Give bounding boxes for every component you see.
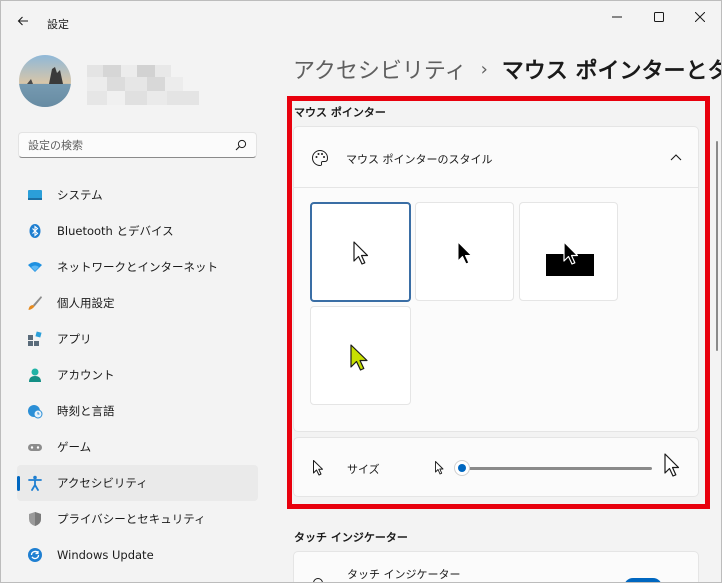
- minimize-icon: [612, 16, 622, 18]
- pointer-style-card: マウス ポインターのスタイル: [293, 126, 699, 432]
- pointer-style-header[interactable]: マウス ポインターのスタイル: [294, 127, 698, 188]
- maximize-icon: [654, 12, 664, 22]
- touch-icon: [313, 578, 323, 582]
- gaming-icon: [27, 439, 43, 455]
- close-button[interactable]: [687, 7, 713, 27]
- blurred-user-text: [87, 65, 199, 105]
- sidebar-item-label: プライバシーとセキュリティ: [57, 512, 206, 526]
- time-language-icon: [27, 403, 43, 419]
- sidebar-item-windows-update[interactable]: Windows Update: [17, 537, 258, 573]
- small-pointer-icon: [435, 461, 444, 475]
- sidebar-item-label: アプリ: [57, 332, 92, 346]
- windows-update-icon: [27, 547, 43, 563]
- sidebar-item-accessibility[interactable]: アクセシビリティ: [17, 465, 258, 501]
- slider-track[interactable]: [462, 467, 652, 470]
- pointer-size-slider[interactable]: [454, 458, 652, 478]
- slider-thumb[interactable]: [454, 460, 470, 476]
- sidebar-nav: システム Bluetooth とデバイス ネットワークとインターネット 個人用設…: [17, 177, 258, 573]
- breadcrumb-separator: ›: [480, 58, 488, 80]
- white-pointer-icon: [353, 241, 369, 265]
- close-icon: [695, 12, 705, 22]
- back-button[interactable]: [13, 11, 33, 31]
- sidebar-item-label: アクセシビリティ: [57, 476, 148, 490]
- search-icon[interactable]: [235, 139, 247, 151]
- touch-indicator-label: タッチ インジケーター: [347, 568, 461, 581]
- system-icon: [27, 187, 43, 203]
- pointer-style-white[interactable]: [310, 202, 411, 302]
- sidebar-item-personalization[interactable]: 個人用設定: [17, 285, 258, 321]
- sidebar-item-accounts[interactable]: アカウント: [17, 357, 258, 393]
- sidebar-item-label: Windows Update: [57, 548, 154, 562]
- sidebar-item-label: システム: [57, 188, 103, 202]
- content-scrollbar[interactable]: [716, 141, 718, 351]
- back-arrow-icon: [17, 16, 28, 26]
- page-title: マウス ポインターとタッチ: [501, 59, 721, 84]
- sidebar-item-label: ネットワークとインターネット: [57, 260, 218, 274]
- touch-section-title: タッチ インジケーター: [294, 531, 408, 544]
- sidebar-item-bluetooth[interactable]: Bluetooth とデバイス: [17, 213, 258, 249]
- maximize-button[interactable]: [646, 7, 672, 27]
- mouse-pointer-section-title: マウス ポインター: [294, 106, 386, 119]
- chevron-up-icon[interactable]: [670, 153, 682, 163]
- sidebar-item-label: Bluetooth とデバイス: [57, 224, 174, 238]
- breadcrumb-parent[interactable]: アクセシビリティ: [293, 53, 467, 85]
- accessibility-icon: [27, 475, 43, 491]
- sidebar-item-label: ゲーム: [57, 440, 92, 454]
- touch-indicator-card: タッチ インジケーター: [293, 551, 699, 582]
- large-pointer-icon: [664, 453, 680, 477]
- sidebar-item-label: アカウント: [57, 368, 115, 382]
- pointer-size-card: サイズ: [293, 437, 699, 497]
- brush-icon: [27, 295, 43, 311]
- account-icon: [27, 367, 43, 383]
- pointer-style-custom[interactable]: [310, 306, 411, 405]
- user-info-blurred: [83, 59, 203, 107]
- touch-indicator-toggle[interactable]: [624, 578, 662, 582]
- pointer-size-icon: [313, 460, 323, 476]
- pointer-style-black[interactable]: [415, 202, 514, 301]
- avatar-photo: [19, 55, 71, 107]
- title-bar: 設定: [1, 1, 721, 41]
- shield-icon: [27, 511, 43, 527]
- custom-color-pointer-icon: [350, 344, 368, 371]
- pointer-style-label: マウス ポインターのスタイル: [346, 153, 493, 166]
- sidebar-item-apps[interactable]: アプリ: [17, 321, 258, 357]
- avatar[interactable]: [19, 55, 71, 107]
- settings-window: 設定 設定の検索 システム Bluetooth とデバイス ネットワークとインタ…: [0, 0, 722, 583]
- sidebar-item-system[interactable]: システム: [17, 177, 258, 213]
- network-icon: [27, 259, 43, 275]
- pointer-size-label: サイズ: [347, 463, 380, 476]
- sidebar-item-privacy[interactable]: プライバシーとセキュリティ: [17, 501, 258, 537]
- search-input[interactable]: [28, 137, 228, 153]
- sidebar-item-gaming[interactable]: ゲーム: [17, 429, 258, 465]
- pointer-style-inverted[interactable]: [519, 202, 618, 301]
- bluetooth-icon: [27, 223, 43, 239]
- inverted-pointer-icon: [546, 241, 594, 276]
- window-title: 設定: [47, 18, 69, 31]
- minimize-button[interactable]: [604, 7, 630, 27]
- black-pointer-icon: [457, 241, 472, 265]
- sidebar-item-label: 個人用設定: [57, 296, 115, 310]
- palette-icon: [312, 149, 329, 167]
- sidebar-item-network[interactable]: ネットワークとインターネット: [17, 249, 258, 285]
- breadcrumb: アクセシビリティ › マウス ポインターとタッチ: [293, 53, 721, 85]
- sidebar-item-label: 時刻と言語: [57, 404, 115, 418]
- apps-icon: [27, 331, 43, 347]
- sidebar-item-time-language[interactable]: 時刻と言語: [17, 393, 258, 429]
- search-box[interactable]: [18, 132, 257, 158]
